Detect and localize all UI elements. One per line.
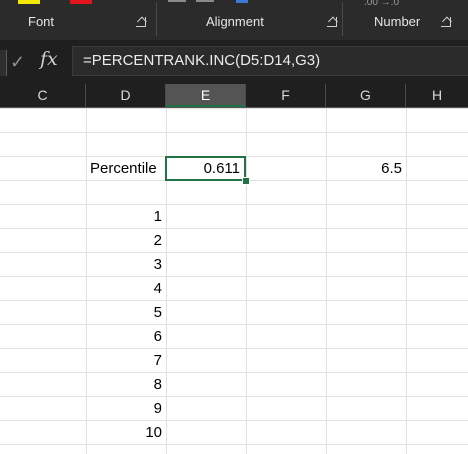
worksheet-grid[interactable]: Percentile 0.611 6.5 1 2 3 4 5 6 7 8 9 1… [0,108,468,454]
insert-function-icon[interactable]: fx [40,48,58,70]
gridline [246,108,247,454]
column-header-c[interactable]: C [0,84,86,107]
font-dialog-launcher-icon[interactable] [136,17,146,27]
formula-input[interactable]: =PERCENTRANK.INC(D5:D14,G3) [72,46,468,76]
gridline [0,420,468,421]
data-cell[interactable]: 6 [86,328,162,345]
number-dialog-launcher-icon[interactable] [441,17,451,27]
ribbon: .00 →.0 Font Alignment Number [0,0,468,40]
formula-bar: ✓ fx =PERCENTRANK.INC(D5:D14,G3) [0,40,468,84]
alignment-dialog-launcher-icon[interactable] [327,17,337,27]
name-box[interactable] [0,50,7,76]
gridline [0,300,468,301]
gridline [0,108,468,109]
cell-e3[interactable]: 0.611 [166,160,240,177]
column-headers: C D E F G H [0,84,468,108]
decimal-format-icons[interactable]: .00 →.0 [364,0,399,6]
data-cell[interactable]: 1 [86,208,162,225]
gridline [0,444,468,445]
data-cell[interactable]: 3 [86,256,162,273]
data-cell[interactable]: 7 [86,352,162,369]
data-cell[interactable]: 5 [86,304,162,321]
data-cell[interactable]: 10 [86,424,162,441]
column-header-g[interactable]: G [326,84,406,107]
gridline [0,324,468,325]
column-header-h[interactable]: H [406,84,468,107]
number-group-label: Number [374,14,421,29]
ribbon-separator [342,2,343,36]
alignment-group-label: Alignment [206,14,264,29]
column-header-d[interactable]: D [86,84,166,107]
check-icon[interactable]: ✓ [10,52,25,73]
gridline [0,228,468,229]
cell-d3[interactable]: Percentile [90,160,157,177]
column-header-e[interactable]: E [166,84,246,107]
fill-handle[interactable] [242,177,250,185]
gridline [0,348,468,349]
gridline [0,396,468,397]
fill-color-swatch[interactable] [70,0,92,4]
data-cell[interactable]: 9 [86,400,162,417]
gridline [0,252,468,253]
data-cell[interactable]: 2 [86,232,162,249]
orientation-icon[interactable] [236,0,248,3]
cell-g3[interactable]: 6.5 [326,160,402,177]
gridline [0,204,468,205]
formula-text: =PERCENTRANK.INC(D5:D14,G3) [83,52,321,69]
gridline [0,276,468,277]
align-icon[interactable] [168,0,186,2]
font-group-label: Font [28,14,55,29]
column-header-f[interactable]: F [246,84,326,107]
align-icon[interactable] [196,0,214,2]
ribbon-separator [156,2,157,36]
gridline [406,108,407,454]
gridline [0,372,468,373]
data-cell[interactable]: 4 [86,280,162,297]
data-cell[interactable]: 8 [86,376,162,393]
gridline [0,132,468,133]
font-color-swatch[interactable] [18,0,40,4]
